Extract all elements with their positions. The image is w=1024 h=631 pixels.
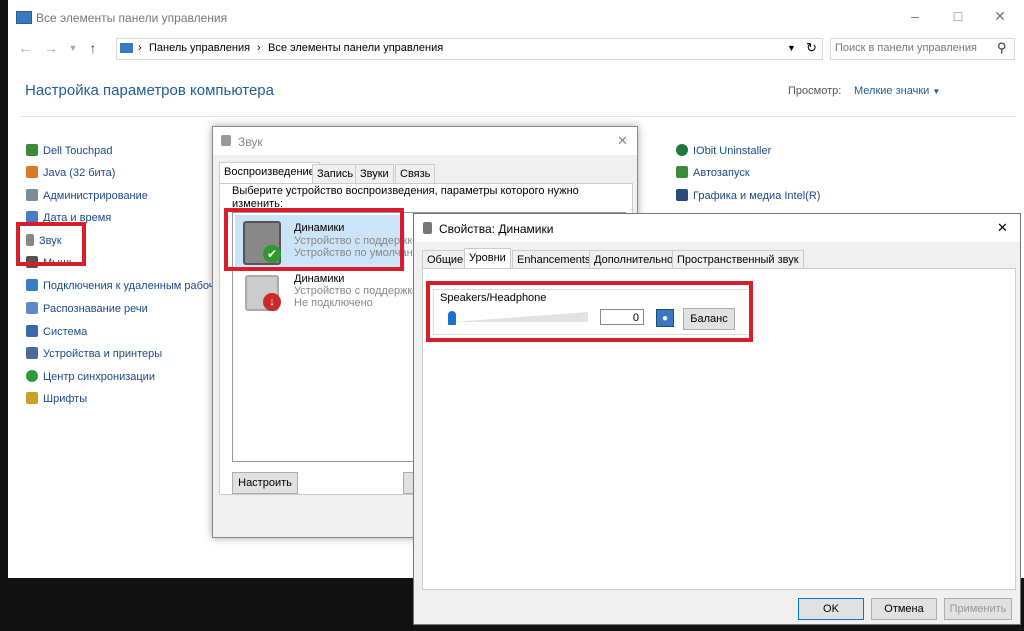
cp-item-intel-graphics[interactable]: Графика и медиа Intel(R) [676, 189, 820, 207]
control-panel-icon [16, 11, 32, 24]
cp-item-label: IObit Uninstaller [693, 145, 772, 157]
search-icon[interactable]: ⚲ [997, 40, 1007, 56]
admin-tools-icon [26, 189, 38, 201]
tab-spatial-sound[interactable]: Пространственный звук [672, 250, 804, 270]
cp-item-devices-printers[interactable]: Устройства и принтеры [26, 347, 162, 365]
computer-icon [26, 325, 38, 337]
cp-item-label: Устройства и принтеры [43, 348, 163, 360]
cp-item-label: Java (32 бита) [43, 167, 116, 179]
page-title: Настройка параметров компьютера [25, 82, 274, 99]
autoplay-icon [676, 166, 688, 178]
up-arrow-icon[interactable]: ↑ [84, 38, 102, 58]
printer-icon [26, 347, 38, 359]
device-item[interactable]: ↓ Динамики Устройство с поддержкой Не по… [235, 271, 425, 321]
minimize-button[interactable]: – [905, 6, 925, 26]
fonts-icon [26, 392, 38, 404]
view-by-dropdown[interactable]: Мелкие значки ▼ [854, 85, 940, 97]
sound-dialog-title-bar: Звук ✕ [213, 127, 637, 155]
maximize-button[interactable]: □ [948, 6, 968, 26]
window-title: Все элементы панели управления [36, 11, 228, 25]
java-icon [26, 166, 38, 178]
address-bar[interactable]: › Панель управления › Все элементы панел… [116, 38, 823, 60]
device-name: Динамики [294, 273, 345, 285]
cp-item-iobit-uninstaller[interactable]: IObit Uninstaller [676, 144, 771, 162]
view-by-label: Просмотр: [788, 85, 842, 97]
highlight-sound-item [16, 222, 86, 266]
forward-arrow-icon[interactable]: → [42, 38, 60, 58]
search-placeholder: Поиск в панели управления [835, 42, 977, 54]
view-by-value: Мелкие значки [854, 85, 930, 97]
cp-item-label: Подключения к удаленным рабочим [43, 280, 212, 292]
tab-playback[interactable]: Воспроизведение [219, 162, 320, 184]
cp-item-java[interactable]: Java (32 бита) [26, 166, 115, 184]
title-bar: Все элементы панели управления – □ ✕ [8, 0, 1018, 34]
cp-item-label: Графика и медиа Intel(R) [693, 190, 821, 202]
tab-recording[interactable]: Запись [312, 164, 359, 184]
cp-item-label: Автозапуск [693, 167, 750, 179]
tab-communications[interactable]: Связь [395, 164, 436, 184]
cp-item-speech-recognition[interactable]: Распознавание речи [26, 302, 148, 320]
cp-item-remote-connections[interactable]: Подключения к удаленным рабочим [26, 279, 212, 297]
cp-item-dell-touchpad[interactable]: Dell Touchpad [26, 144, 113, 162]
properties-title-bar: Свойства: Динамики ✕ [414, 214, 1020, 242]
highlight-level-group [426, 281, 753, 342]
tab-enhancements[interactable]: Enhancements [512, 250, 596, 270]
speaker-icon [221, 135, 231, 146]
search-input[interactable]: Поиск в панели управления ⚲ [830, 38, 1015, 60]
chevron-down-icon[interactable]: ▼ [787, 43, 796, 53]
refresh-icon[interactable]: ↻ [806, 40, 817, 56]
ok-button[interactable]: OK [798, 598, 864, 620]
cp-item-label: Центр синхронизации [43, 371, 155, 383]
breadcrumb-item[interactable]: Панель управления [149, 42, 250, 54]
highlight-device [224, 208, 404, 271]
cp-item-label: Система [43, 326, 88, 338]
tab-levels[interactable]: Уровни [464, 248, 511, 270]
sync-icon [26, 370, 38, 382]
control-panel-icon [120, 43, 133, 53]
cp-item-fonts[interactable]: Шрифты [26, 392, 87, 410]
microphone-icon [26, 302, 38, 314]
close-icon[interactable]: ✕ [997, 220, 1008, 236]
cp-item-autoplay[interactable]: Автозапуск [676, 166, 750, 184]
cp-item-administration[interactable]: Администрирование [26, 189, 148, 207]
speaker-properties-dialog: Свойства: Динамики ✕ Общие Уровни Enhanc… [413, 213, 1021, 625]
cp-item-sync-center[interactable]: Центр синхронизации [26, 370, 155, 388]
recent-dropdown-icon[interactable]: ▼ [64, 38, 82, 58]
device-status-line1: Устройство с поддержкой [294, 285, 425, 297]
speaker-icon [423, 222, 432, 234]
touchpad-icon [26, 144, 38, 156]
properties-title: Свойства: Динамики [439, 222, 554, 236]
tab-general[interactable]: Общие [422, 250, 469, 270]
divider [20, 116, 1016, 117]
chevron-right-icon: › [138, 42, 142, 54]
chevron-down-icon: ▼ [932, 87, 941, 96]
remote-desktop-icon [26, 279, 38, 291]
chevron-right-icon: › [257, 42, 261, 54]
cancel-button[interactable]: Отмена [871, 598, 937, 620]
sound-tab-strip: Воспроизведение Запись Звуки Связь [219, 162, 639, 184]
apply-button[interactable]: Применить [944, 598, 1012, 620]
breadcrumb-item[interactable]: Все элементы панели управления [268, 42, 443, 54]
configure-button[interactable]: Настроить [232, 472, 298, 494]
cp-item-system[interactable]: Система [26, 325, 87, 343]
intel-graphics-icon [676, 189, 688, 201]
cp-item-label: Dell Touchpad [43, 145, 113, 157]
tab-advanced[interactable]: Дополнительно [589, 250, 679, 270]
cp-item-label: Администрирование [43, 190, 148, 202]
properties-tab-strip: Общие Уровни Enhancements Дополнительно … [422, 248, 1014, 270]
close-button[interactable]: ✕ [990, 6, 1010, 26]
close-icon[interactable]: ✕ [617, 133, 628, 149]
uninstaller-icon [676, 144, 688, 156]
sound-dialog-title: Звук [238, 135, 263, 149]
cp-item-label: Шрифты [43, 393, 88, 405]
back-arrow-icon[interactable]: ← [16, 38, 34, 58]
tab-sounds[interactable]: Звуки [355, 164, 394, 184]
disconnected-badge-icon: ↓ [263, 293, 281, 311]
cp-item-label: Распознавание речи [43, 303, 148, 315]
device-status-line2: Не подключено [294, 297, 373, 309]
